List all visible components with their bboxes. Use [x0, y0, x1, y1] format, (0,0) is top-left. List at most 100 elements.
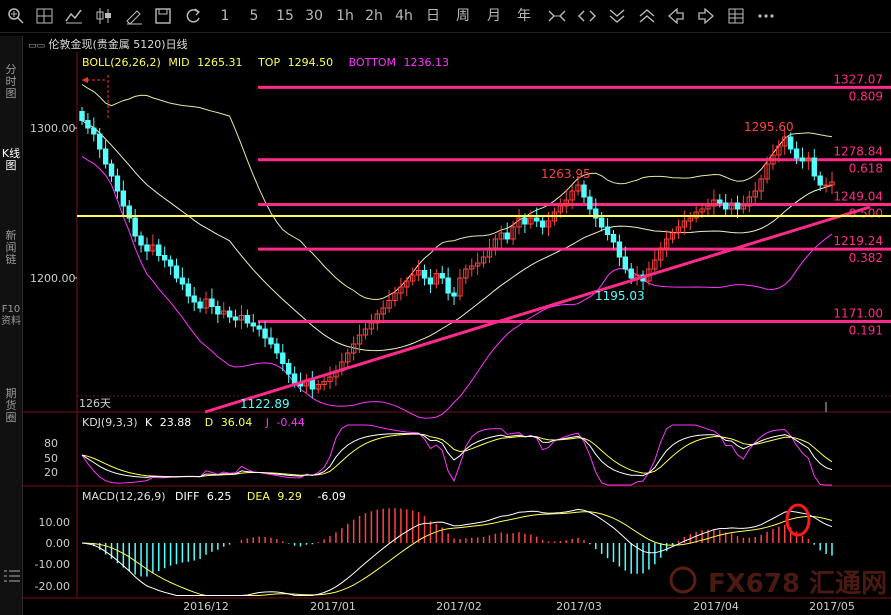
candle-body	[622, 256, 629, 270]
candle-body	[167, 259, 174, 267]
candle-body	[285, 363, 292, 375]
candle-body	[91, 127, 97, 135]
date-tick-2017-01: 2017/01	[310, 600, 356, 613]
boll-top-line	[81, 84, 833, 301]
kdj-tick-50: 50	[44, 452, 58, 465]
candle-body	[197, 301, 203, 309]
candle-body	[156, 244, 162, 256]
kdj-k-line	[81, 433, 833, 478]
fib-price-label: 1278.84	[833, 145, 883, 159]
candle-body	[256, 325, 262, 330]
candle-body	[244, 315, 251, 324]
candle-body	[280, 352, 286, 364]
fib-price-label: 1171.00	[833, 307, 883, 321]
boll-mid-line	[81, 120, 833, 352]
fib-ratio-label: 0.191	[849, 324, 883, 338]
candle-body	[811, 157, 817, 177]
macd-tick-10: 10.00	[39, 516, 71, 529]
high-label-apr: 1295.60	[744, 120, 794, 134]
high-label-feb: 1263.95	[541, 167, 591, 181]
candle-body	[717, 199, 723, 204]
date-tick-2017-02: 2017/02	[436, 600, 482, 613]
kdj-j-line	[81, 424, 832, 486]
candle-body	[132, 217, 138, 237]
candle-body	[185, 283, 191, 297]
candle-body	[144, 244, 150, 252]
candle-body	[445, 277, 451, 294]
kdj-lines	[81, 424, 833, 486]
candle-body	[274, 343, 280, 354]
candle-body	[79, 111, 85, 121]
candle-body	[421, 270, 428, 279]
candle-body	[179, 277, 186, 285]
fib-price-label: 1219.24	[833, 234, 883, 248]
candle-body	[534, 217, 540, 222]
price-tick-1200: 1200.00	[30, 272, 76, 285]
candle-body	[734, 202, 741, 210]
candle-body	[610, 234, 617, 243]
macd-tick-neg20: -20.00	[35, 580, 70, 593]
candle-body	[628, 268, 634, 279]
candle-body	[114, 175, 121, 192]
date-tick-2016-12: 2016/12	[183, 600, 229, 613]
trend-line[interactable]	[204, 205, 871, 414]
candle-body	[581, 184, 587, 198]
macd-tick-neg10: -10.00	[35, 558, 70, 571]
kdj-tick-20: 20	[44, 466, 58, 479]
candle-body	[191, 295, 197, 303]
fib-ratio-label: 0.382	[849, 251, 883, 265]
candle-body	[97, 133, 103, 150]
candle-body	[291, 373, 298, 384]
candle-body	[522, 217, 528, 225]
candle-body	[817, 175, 823, 186]
candle-body	[539, 220, 546, 228]
fib-ratio-label: 0.809	[849, 89, 883, 103]
fib-price-label: 1327.07	[833, 72, 883, 86]
candle-body	[161, 255, 168, 261]
candle-body	[250, 322, 256, 327]
price-tick-1300: 1300.00	[30, 122, 76, 135]
candle-body	[598, 217, 605, 228]
price-chart[interactable]: 1300.00 1200.00 80 50 20 10.00 0.00 -10.…	[0, 0, 891, 615]
candle-body	[723, 202, 729, 210]
candle-body	[102, 148, 109, 165]
candle-body	[232, 316, 239, 321]
candle-body	[209, 298, 215, 307]
candle-body	[85, 120, 91, 129]
kdj-d-line	[81, 433, 833, 478]
boll-bands	[81, 84, 833, 419]
candle-body	[268, 337, 274, 345]
fib-ratio-label: 0.618	[849, 162, 883, 176]
date-tick-2017-05: 2017/05	[809, 600, 855, 613]
candle-body	[823, 184, 829, 187]
candle-body	[587, 196, 593, 210]
days-label: 126天	[79, 397, 111, 410]
candle-body	[504, 232, 510, 240]
candle-body	[793, 148, 800, 159]
candle-body	[451, 292, 457, 297]
candle-body	[309, 379, 316, 390]
low-label-dec: 1122.89	[240, 397, 290, 411]
candle-body	[215, 306, 221, 315]
candle-body	[138, 235, 144, 246]
candle-body	[799, 157, 806, 162]
watermark-text: FX678 汇通网	[708, 569, 887, 599]
date-tick-2017-03: 2017/03	[556, 600, 602, 613]
fib-price-label: 1249.04	[833, 189, 883, 203]
highlight-circle	[785, 503, 811, 537]
candle-body	[173, 265, 180, 279]
candle-body	[604, 226, 611, 235]
candle-body	[427, 277, 434, 285]
candle-body	[616, 241, 623, 258]
candle-body	[108, 163, 115, 177]
macd-tick-0: 0.00	[46, 537, 71, 550]
candle-body	[226, 310, 233, 318]
date-tick-2017-04: 2017/04	[693, 600, 739, 613]
low-label-mar: 1195.03	[595, 289, 645, 303]
candle-body	[787, 136, 794, 150]
candle-body	[262, 328, 268, 339]
candle-body	[439, 273, 445, 279]
kdj-tick-80: 80	[44, 437, 58, 450]
candle-body	[120, 190, 127, 207]
watermark-logo-icon	[669, 566, 697, 594]
